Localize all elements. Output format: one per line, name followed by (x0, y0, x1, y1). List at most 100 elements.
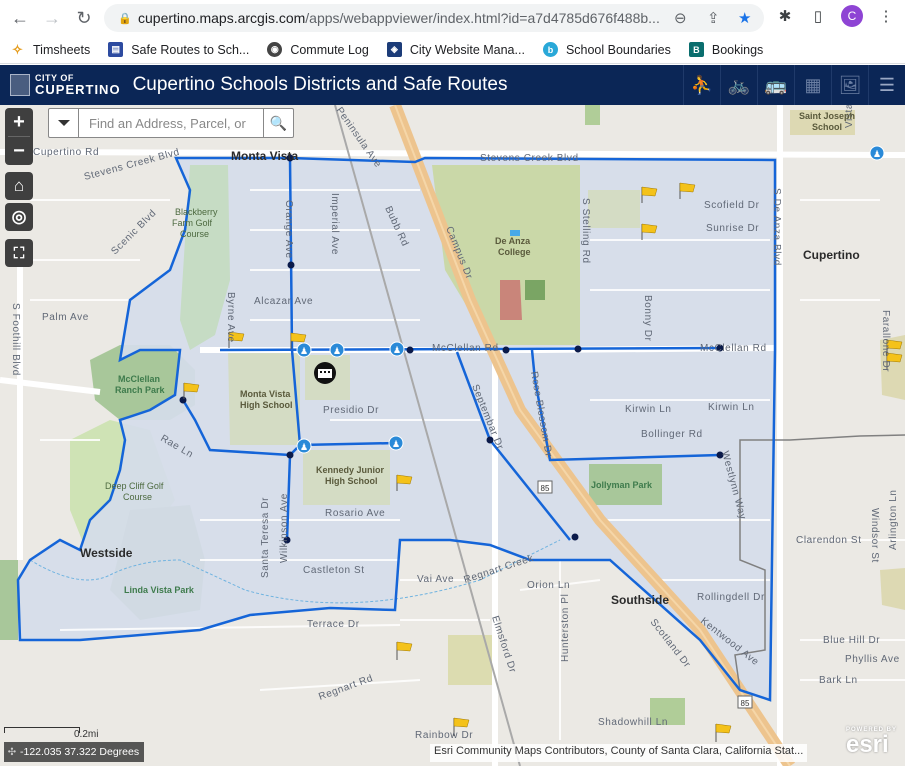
bookmark-label: City Website Mana... (409, 42, 525, 57)
svg-text:♟: ♟ (333, 346, 341, 356)
road-label: Orion Ln (527, 580, 570, 591)
share-icon[interactable]: ⇪ (707, 9, 720, 27)
bus-widget-button[interactable]: 🚌 (757, 65, 794, 105)
road-label: S De Anza Blvd (771, 188, 782, 266)
bookmark-school-boundaries[interactable]: b School Boundaries (542, 42, 671, 57)
extensions-puzzle-icon[interactable]: ✱ (775, 6, 795, 26)
browser-menu-icon[interactable]: ⋮ (876, 6, 896, 26)
road-label: Windsor St (869, 508, 880, 563)
school-building-icon[interactable] (314, 362, 336, 384)
fullscreen-button[interactable]: ⛶ (5, 239, 33, 267)
crossing-guard-icon[interactable]: ♟ (869, 145, 885, 161)
school-area-east-2 (880, 568, 905, 610)
bookmark-label: Commute Log (290, 42, 369, 57)
city-website-icon: ◈ (386, 42, 402, 57)
bookmark-star-icon[interactable]: ★ (738, 9, 751, 27)
crossing-guard-icon[interactable]: ♟ (389, 341, 405, 357)
crossing-guard-icon[interactable]: ♟ (296, 438, 312, 454)
coordinate-readout: -122.035 37.322 Degrees (20, 746, 140, 758)
boundaries-widget-button[interactable]: ▦ (794, 65, 831, 105)
profile-avatar[interactable]: C (841, 5, 863, 27)
app-header: CITY OF CUPERTINO Cupertino Schools Dist… (0, 65, 905, 105)
road-label: McClellan Rd (432, 343, 499, 354)
url-path: /apps/webappviewer/index.html?id=a7d4785… (305, 10, 660, 26)
road-label: Scofield Dr (704, 200, 760, 211)
road-label: Terrace Dr (307, 619, 360, 630)
place-label-cupertino: Cupertino (803, 248, 860, 262)
flag-icon[interactable] (715, 723, 732, 742)
home-button[interactable]: ⌂ (5, 172, 33, 200)
bike-icon: 🚲 (727, 74, 751, 95)
road-label: Presidio Dr (323, 405, 379, 416)
app-title: Cupertino Schools Districts and Safe Rou… (132, 74, 508, 95)
zoom-controls: + − (5, 108, 33, 165)
bookmark-commute-log[interactable]: ◉ Commute Log (267, 42, 369, 57)
highway-85-shield: 85 (737, 695, 753, 709)
url-host: cupertino.maps.arcgis.com (138, 10, 306, 26)
map-view[interactable]: ♟ ♟ ♟ ♟ ♟ ♟ 85 85 Monta Vista Cupertino … (0, 105, 905, 766)
road-label: Phyllis Ave (845, 654, 900, 665)
city-logo: CITY OF CUPERTINO (10, 74, 121, 96)
bookmark-label: Safe Routes to Sch... (131, 42, 250, 57)
park-area-north (585, 105, 600, 125)
basemap-gallery-button[interactable]: 🖼 (831, 65, 868, 105)
reload-button[interactable]: ↻ (72, 6, 96, 30)
coordinate-crosshair-icon[interactable]: ✣ (4, 742, 20, 762)
road-label: Byrne Ave (225, 292, 236, 343)
bike-widget-button[interactable]: 🚲 (720, 65, 757, 105)
esri-logo[interactable]: POWERED BY esri (846, 727, 897, 757)
crossing-guard-widget-button[interactable]: ⛹ (683, 65, 720, 105)
road-label: Farallone Dr (880, 310, 891, 372)
forward-button[interactable]: → (40, 6, 64, 30)
crossing-guard-icon[interactable]: ♟ (296, 342, 312, 358)
url-text[interactable]: cupertino.maps.arcgis.com/apps/webappvie… (138, 10, 663, 26)
arrow-left-icon: ← (11, 7, 29, 28)
map-attribution[interactable]: Esri Community Maps Contributors, County… (430, 744, 808, 762)
my-location-button[interactable]: ◎ (5, 203, 33, 231)
zoom-out-button[interactable]: − (5, 137, 33, 165)
globe-icon: ◉ (267, 42, 283, 57)
bookmark-safe-routes[interactable]: ▤ Safe Routes to Sch... (108, 42, 249, 57)
search-source-dropdown[interactable] (49, 109, 79, 137)
safe-routes-icon: ▤ (108, 42, 124, 57)
bookmark-timsheets[interactable]: ✧ Timsheets (10, 42, 90, 57)
side-panel-icon[interactable]: ▯ (808, 6, 828, 26)
svg-text:♟: ♟ (393, 345, 401, 355)
road-label: Bonny Dr (642, 295, 653, 342)
road-label: Sunrise Dr (706, 223, 759, 234)
svg-text:♟: ♟ (300, 442, 308, 452)
caret-down-icon (57, 120, 70, 126)
highway-85-shield: 85 (537, 480, 553, 494)
esri-wordmark: esri (845, 731, 889, 758)
search-button[interactable]: 🔍 (263, 109, 293, 137)
road-label: Kirwin Ln (625, 404, 672, 415)
svg-text:♟: ♟ (392, 439, 400, 449)
arrow-right-icon: → (43, 7, 61, 28)
map-canvas[interactable]: ♟ ♟ ♟ ♟ ♟ ♟ 85 85 Monta Vista Cupertino … (0, 105, 905, 766)
poi-label-mcclellan-ranch: McClellan Ranch Park (115, 374, 166, 395)
road-label: Vai Ave (417, 574, 454, 585)
flag-icon[interactable] (396, 641, 413, 660)
road-label: Santa Teresa Dr (260, 497, 271, 578)
bookmark-city-website[interactable]: ◈ City Website Mana... (386, 42, 525, 57)
poi-label-kennedy-jhs: Kennedy Junior High School (316, 465, 385, 486)
back-button[interactable]: ← (8, 6, 32, 30)
crossing-guard-icon[interactable]: ♟ (329, 342, 345, 358)
road-label: Palm Ave (42, 312, 89, 323)
search-input[interactable] (79, 109, 263, 137)
road-label: Scenic Blvd (109, 208, 158, 257)
coordinate-widget[interactable]: ✣ -122.035 37.322 Degrees (4, 742, 145, 762)
bookmark-bookings[interactable]: B Bookings (688, 42, 763, 57)
road-label: Orange Ave (283, 200, 294, 259)
crossing-guard-icon[interactable]: ♟ (388, 435, 404, 451)
road-label: Arlington Ln (888, 489, 899, 550)
bookmark-label: Timsheets (33, 42, 91, 57)
road-label: Regnart Rd (317, 673, 374, 703)
zoom-page-icon[interactable]: ⊖ (674, 9, 687, 27)
layer-list-button[interactable]: ☰ (868, 65, 905, 105)
timesheets-icon: ✧ (12, 41, 23, 57)
road-label: Imperial Ave (329, 193, 340, 255)
school-boundaries-icon: b (542, 42, 558, 57)
zoom-in-button[interactable]: + (5, 108, 33, 136)
address-bar[interactable]: 🔒 cupertino.maps.arcgis.com/apps/webappv… (104, 4, 764, 32)
